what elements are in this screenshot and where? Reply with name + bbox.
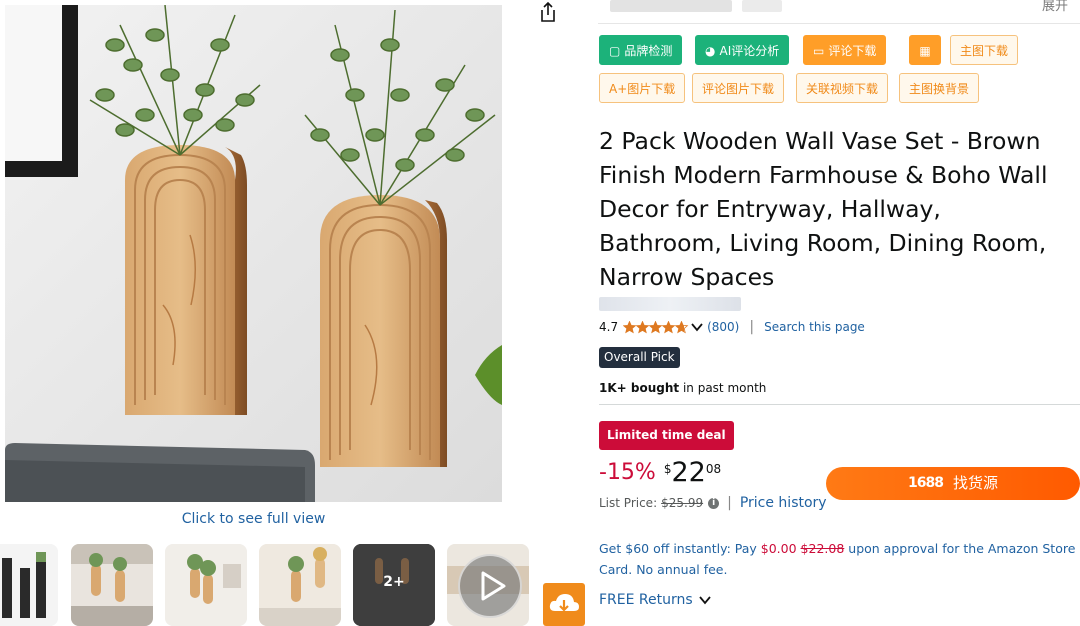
extension-top-bar: 展开 — [598, 0, 1080, 24]
list-price-value: $25.99 — [661, 496, 704, 510]
star-rating-icon[interactable] — [623, 320, 689, 334]
list-price-label: List Price: — [599, 496, 658, 510]
star-5 — [674, 320, 689, 333]
thumbnail-4[interactable] — [259, 544, 341, 626]
blurred-text — [610, 0, 732, 12]
review-download-button[interactable]: ▭ 评论下载 — [803, 35, 887, 65]
brand-check-button[interactable]: ▢ 品牌检测 — [599, 35, 683, 65]
star-4 — [661, 320, 676, 333]
price-fraction: 08 — [705, 462, 722, 476]
product-title: 2 Pack Wooden Wall Vase Set - Brown Fini… — [599, 127, 1048, 291]
play-video-icon[interactable] — [458, 554, 522, 618]
share-icon[interactable] — [536, 0, 560, 24]
list-price-row: List Price: $25.99 i | Price history — [599, 494, 827, 512]
free-returns-link[interactable]: FREE Returns — [599, 592, 711, 608]
star-2 — [635, 320, 650, 333]
thumbnail-3[interactable] — [165, 544, 247, 626]
change-background-button[interactable]: 主图换背景 — [899, 73, 980, 103]
store-card-promo[interactable]: Get $60 off instantly: Pay $0.00 $22.08 … — [599, 538, 1080, 580]
divider — [599, 404, 1080, 405]
star-1 — [623, 320, 637, 333]
calculator-button[interactable]: ▦ — [909, 35, 941, 65]
1688-logo-icon: 1688 — [908, 475, 944, 491]
bought-count: 1K+ bought in past month — [599, 381, 767, 395]
review-count-link[interactable]: (800) — [707, 320, 739, 334]
expand-link[interactable]: 展开 — [1042, 0, 1068, 14]
price-whole: 22 — [671, 457, 706, 488]
rating-row: 4.7 (800) | Search this page — [599, 318, 865, 336]
main-product-image[interactable] — [5, 5, 502, 502]
price-history-link[interactable]: Price history — [740, 495, 827, 511]
square-icon: ▢ — [609, 44, 621, 58]
blurred-icons — [742, 0, 782, 12]
cloud-download-icon[interactable] — [543, 583, 585, 626]
price-row: -15% $ 22 08 — [599, 456, 721, 490]
price-currency: $ — [663, 462, 672, 476]
related-video-download-button[interactable]: 关联视频下载 — [796, 73, 889, 103]
pie-chart-icon: ◕ — [705, 44, 716, 58]
discount-percent: -15% — [599, 460, 656, 485]
review-image-download-button[interactable]: 评论图片下载 — [692, 73, 785, 103]
calculator-icon: ▦ — [919, 44, 931, 58]
more-images-count: 2+ — [383, 574, 405, 590]
thumbnail-1[interactable] — [0, 544, 58, 626]
info-icon[interactable]: i — [708, 497, 720, 509]
chevron-down-icon — [698, 596, 711, 605]
separator: | — [749, 319, 755, 335]
comment-icon: ▭ — [813, 44, 825, 58]
thumbnail-2[interactable] — [71, 544, 153, 626]
click-full-view-link[interactable]: Click to see full view — [5, 511, 502, 527]
rating-value: 4.7 — [599, 320, 619, 334]
thumbnail-more[interactable]: 2+ — [353, 544, 435, 626]
find-source-button[interactable]: 1688 找货源 — [826, 467, 1080, 500]
limited-deal-badge: Limited time deal — [599, 421, 734, 450]
main-image-download-button[interactable]: 主图下载 — [950, 35, 1019, 65]
overall-pick-badge: Overall Pick — [599, 347, 680, 368]
ai-review-analysis-button[interactable]: ◕ AI评论分析 — [695, 35, 790, 65]
separator: | — [727, 495, 732, 511]
chevron-down-icon[interactable] — [691, 322, 703, 332]
star-3 — [648, 320, 663, 333]
search-this-page-link[interactable]: Search this page — [764, 320, 865, 334]
aplus-image-download-button[interactable]: A+图片下载 — [599, 73, 686, 103]
blurred-store-link[interactable] — [599, 297, 741, 311]
